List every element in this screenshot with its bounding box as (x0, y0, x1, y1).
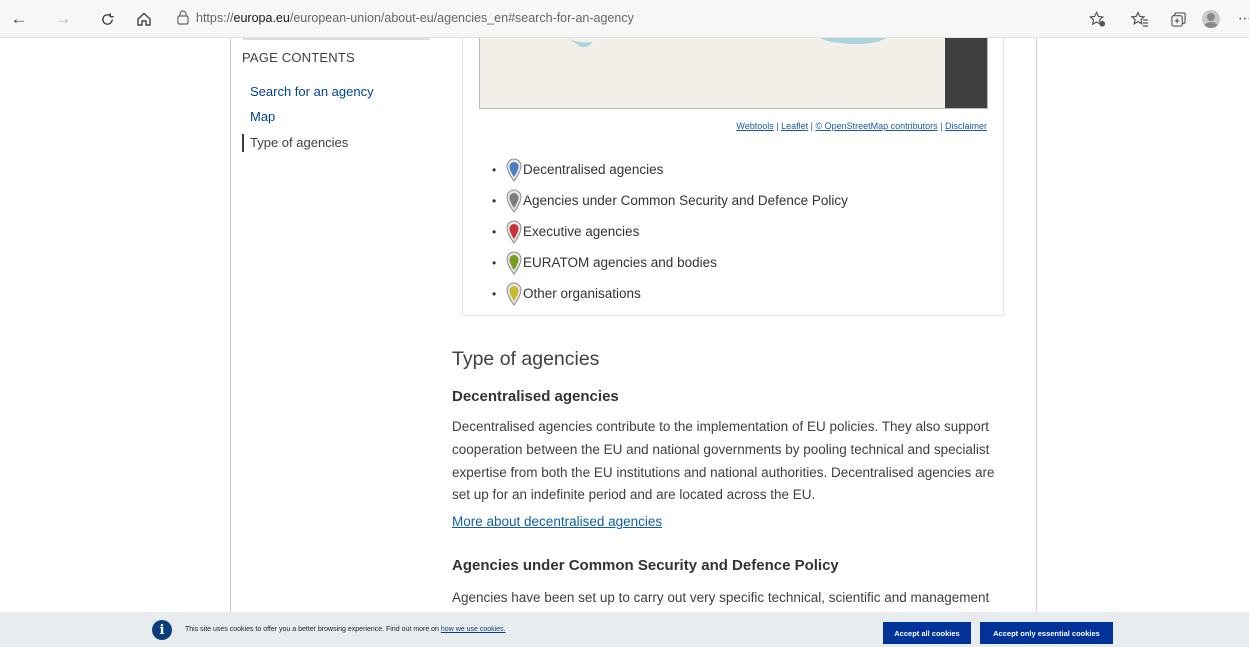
map-pin-grey-icon (506, 189, 522, 213)
map-pin-blue-icon (506, 158, 522, 182)
cookie-consent-banner: i This site uses cookies to offer you a … (0, 612, 1249, 647)
accept-all-cookies-button[interactable]: Accept all cookies (883, 622, 971, 644)
legend-item: • Decentralised agencies (492, 154, 848, 185)
legend-label: Executive agencies (523, 224, 640, 239)
favorites-icon[interactable] (1129, 8, 1151, 30)
more-options-icon[interactable]: ⋯ (1238, 10, 1249, 27)
cookie-message: This site uses cookies to offer you a be… (185, 626, 506, 633)
section-heading-type-of-agencies: Type of agencies (452, 348, 600, 370)
legend-item: • Agencies under Common Security and Def… (492, 185, 848, 216)
legend-item: • Executive agencies (492, 216, 848, 247)
bullet-icon: • (492, 224, 497, 239)
toc-link-type-of-agencies[interactable]: Type of agencies (242, 134, 348, 152)
map-legend: • Decentralised agencies • Agencies unde… (492, 154, 848, 309)
map-pin-red-icon (506, 220, 522, 244)
legend-label: Agencies under Common Security and Defen… (523, 193, 848, 208)
reload-icon[interactable] (96, 8, 118, 30)
legend-item: • Other organisations (492, 278, 848, 309)
csdp-agencies-description: Agencies have been set up to carry out v… (452, 590, 990, 605)
subheading-decentralised-agencies: Decentralised agencies (452, 388, 619, 405)
disclaimer-link[interactable]: Disclaimer (945, 121, 987, 131)
credit-separator: | (937, 121, 945, 131)
accept-essential-cookies-button[interactable]: Accept only essential cookies (980, 622, 1113, 644)
lock-icon[interactable] (176, 9, 190, 30)
map-pin-green-icon (506, 251, 522, 275)
address-bar[interactable]: https://europa.eu/european-union/about-e… (196, 11, 634, 25)
credit-separator: | (773, 121, 782, 131)
browser-toolbar: ← → https://europa.eu/european-union/abo… (0, 0, 1249, 38)
page-contents-title: PAGE CONTENTS (242, 50, 355, 65)
subheading-csdp-agencies: Agencies under Common Security and Defen… (452, 557, 839, 574)
legend-label: Decentralised agencies (523, 162, 664, 177)
map-attribution: Webtools | Leaflet | © OpenStreetMap con… (736, 121, 987, 131)
map-dark-overlay (945, 38, 987, 108)
toc-link-map[interactable]: Map (250, 109, 275, 124)
profile-avatar[interactable] (1202, 10, 1220, 28)
openstreetmap-link[interactable]: © OpenStreetMap contributors (815, 121, 937, 131)
more-about-decentralised-agencies-link[interactable]: More about decentralised agencies (452, 514, 662, 529)
toc-link-search-for-an-agency[interactable]: Search for an agency (250, 84, 374, 99)
map-viewport[interactable] (479, 38, 988, 109)
webtools-link[interactable]: Webtools (736, 121, 773, 131)
url-domain: europa.eu (233, 11, 290, 25)
add-favorite-icon[interactable] (1086, 8, 1108, 30)
decentralised-agencies-description: Decentralised agencies contribute to the… (452, 419, 995, 503)
map-pin-yellow-icon (506, 282, 522, 306)
bullet-icon: • (492, 193, 497, 208)
legend-label: EURATOM agencies and bodies (523, 255, 717, 270)
cookie-message-text: This site uses cookies to offer you a be… (185, 626, 441, 633)
page-frame-right-border (1036, 38, 1037, 613)
info-icon: i (152, 620, 172, 640)
page-frame-left-border (230, 38, 231, 613)
sidebar-divider (243, 38, 430, 40)
legend-label: Other organisations (523, 286, 641, 301)
home-icon[interactable] (133, 8, 155, 30)
how-we-use-cookies-link[interactable]: how we use cookies. (441, 626, 506, 633)
map-tiles (568, 38, 887, 48)
legend-item: • EURATOM agencies and bodies (492, 247, 848, 278)
bullet-icon: • (492, 162, 497, 177)
bullet-icon: • (492, 255, 497, 270)
forward-arrow-icon[interactable]: → (52, 8, 74, 30)
url-prefix: https:// (196, 11, 234, 25)
leaflet-link[interactable]: Leaflet (781, 121, 808, 131)
bullet-icon: • (492, 286, 497, 301)
collections-icon[interactable] (1167, 8, 1189, 30)
url-path: /european-union/about-eu/agencies_en#sea… (289, 11, 634, 25)
back-arrow-icon[interactable]: ← (8, 8, 30, 30)
